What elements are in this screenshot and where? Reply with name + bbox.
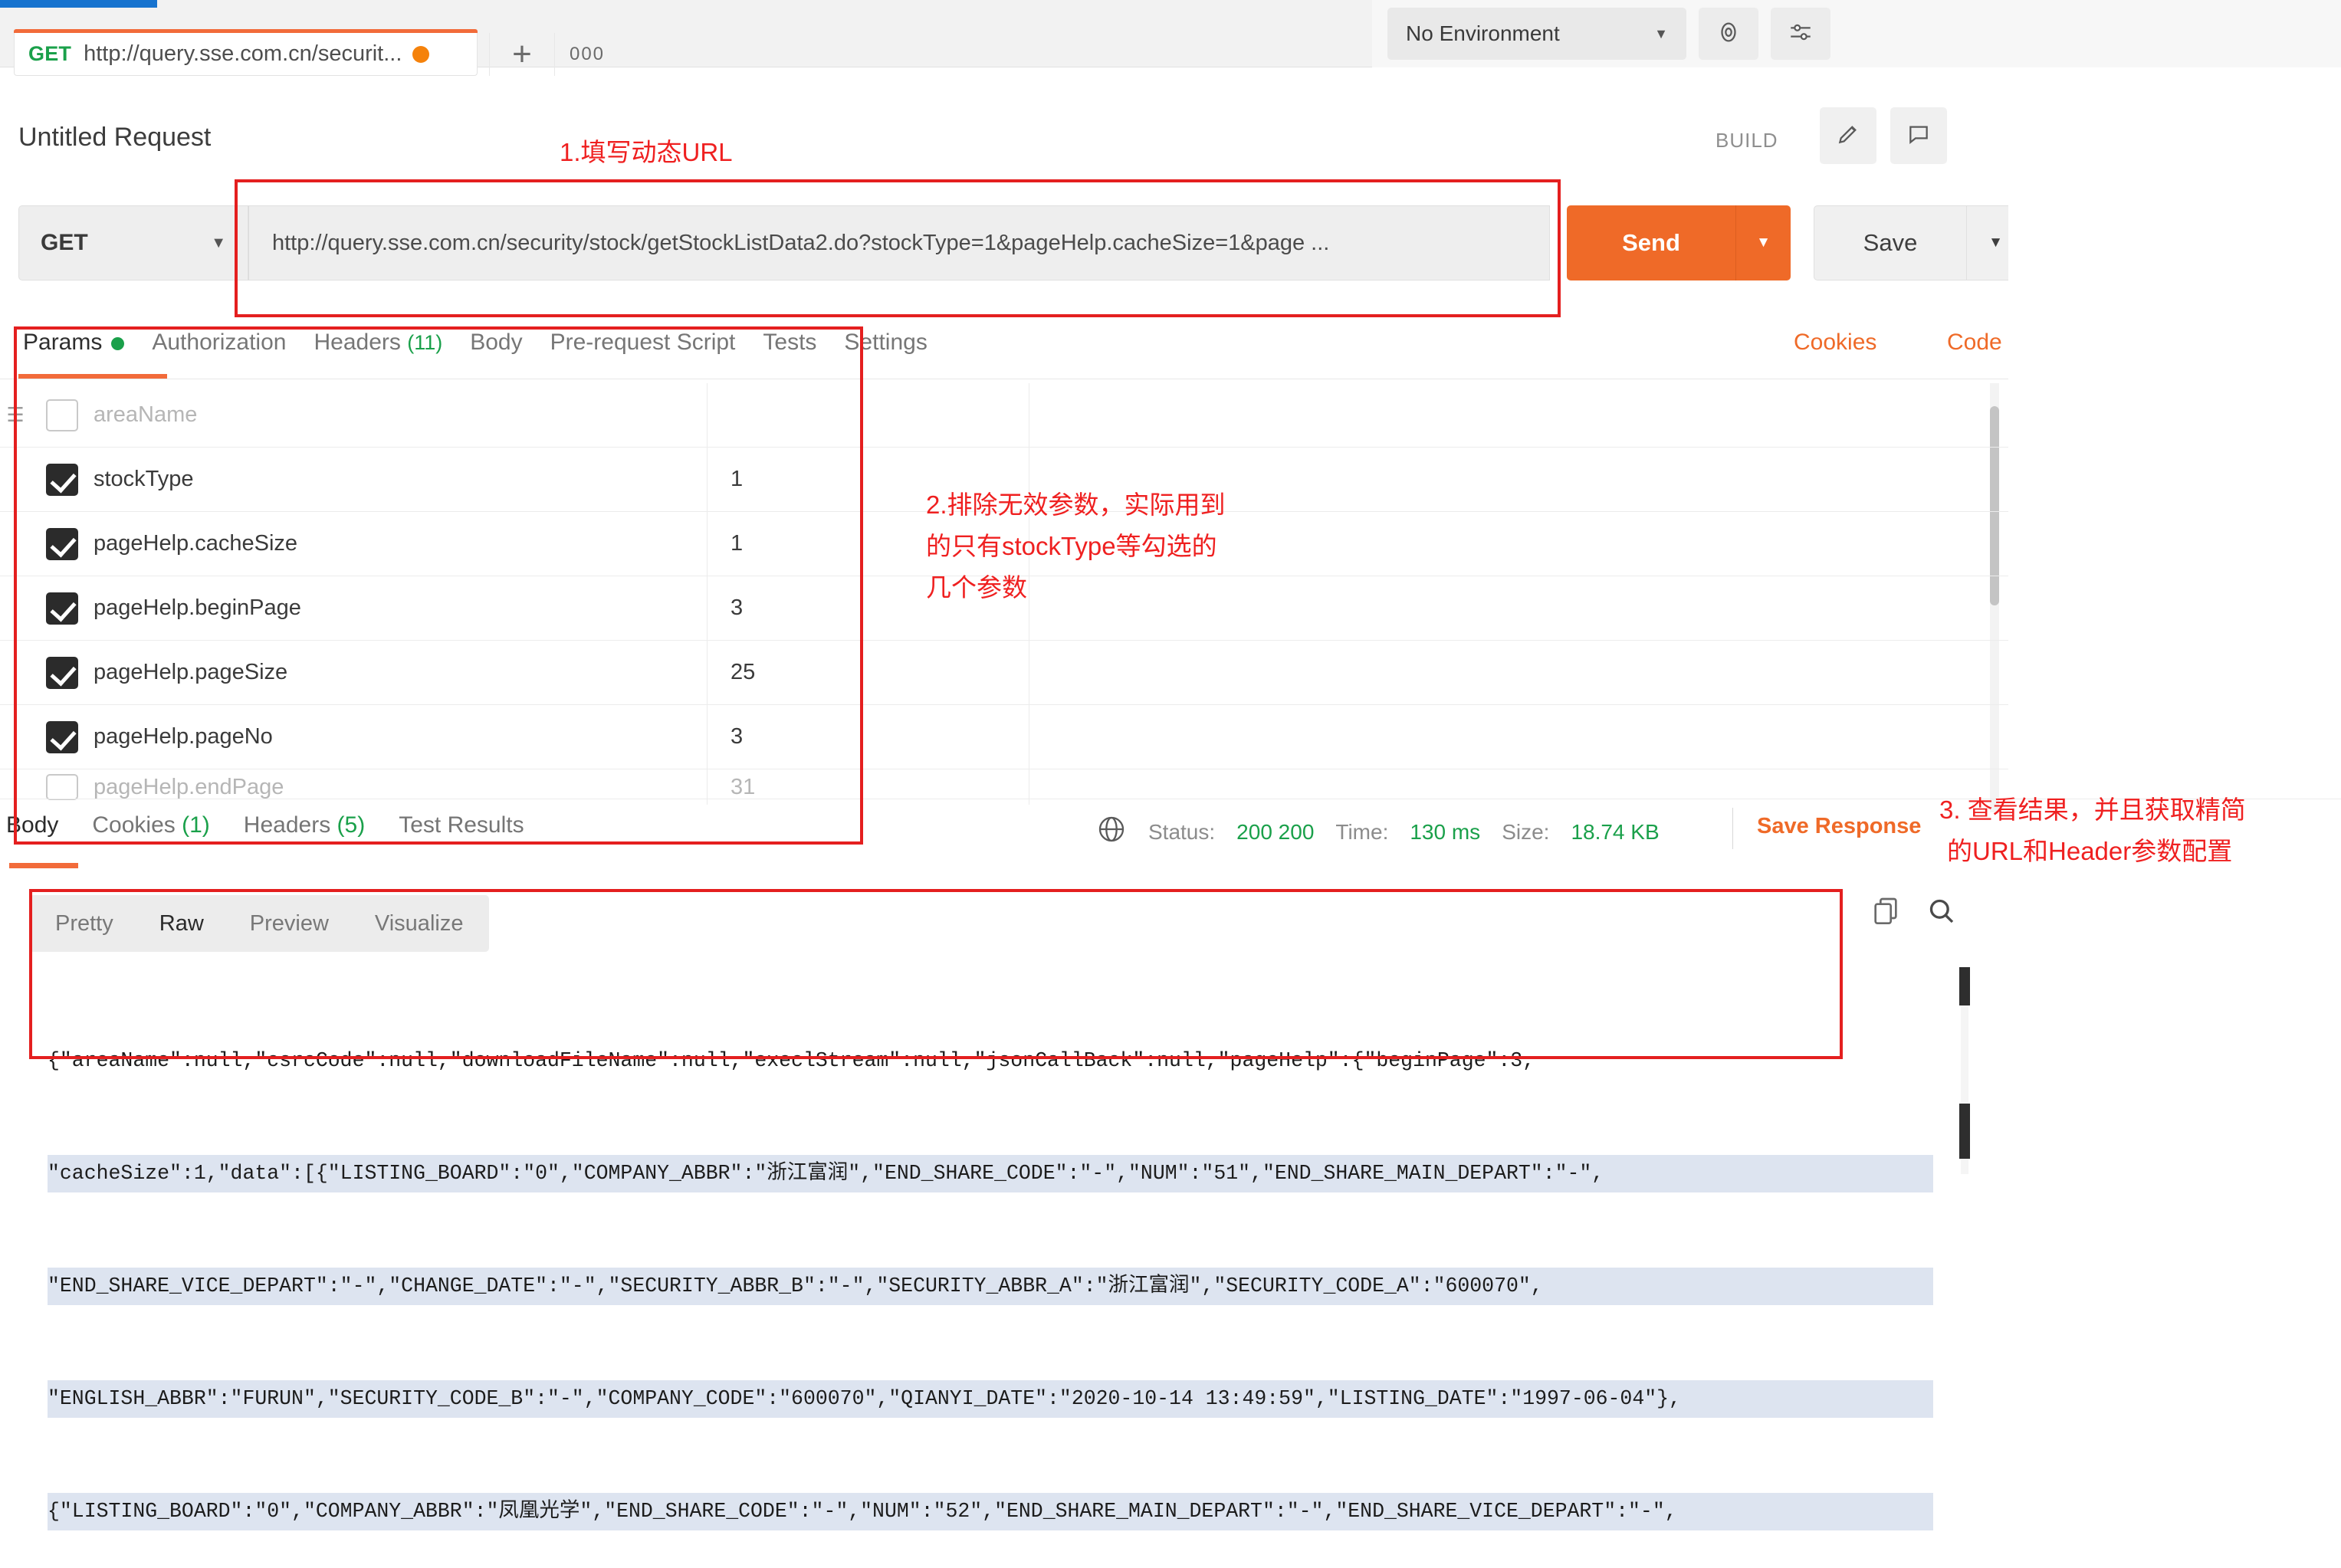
- response-active-tab-underline: [9, 863, 78, 868]
- search-icon[interactable]: [1926, 895, 1956, 930]
- request-tab[interactable]: GET http://query.sse.com.cn/securit...: [14, 33, 478, 76]
- send-button[interactable]: Send: [1567, 205, 1735, 280]
- size-value: 18.74 KB: [1571, 820, 1659, 845]
- chevron-down-icon: ▼: [211, 235, 226, 252]
- annotation-box-url: [235, 179, 1561, 317]
- build-label: BUILD: [1716, 129, 1778, 153]
- save-label: Save: [1863, 229, 1918, 257]
- json-line: "ENGLISH_ABBR":"FURUN","SECURITY_CODE_B"…: [48, 1380, 1933, 1418]
- new-tab-button[interactable]: +: [489, 33, 554, 76]
- response-scrollbar-thumb-top[interactable]: [1959, 967, 1970, 1005]
- plus-icon: +: [512, 38, 532, 71]
- environment-quick-look-button[interactable]: [1699, 8, 1758, 60]
- copy-icon[interactable]: [1870, 895, 1901, 930]
- annotation-box-response: [29, 889, 1843, 1059]
- right-empty-area: [2008, 67, 2341, 799]
- tab-more-button[interactable]: 000: [554, 33, 619, 76]
- response-scrollbar-thumb-bottom[interactable]: [1959, 1104, 1970, 1159]
- tab-method-label: GET: [28, 42, 71, 66]
- time-value: 130 ms: [1410, 820, 1480, 845]
- json-line: {"LISTING_BOARD":"0","COMPANY_ABBR":"凤凰光…: [48, 1493, 1933, 1530]
- annotation-1-text: 1.填写动态URL: [560, 132, 733, 173]
- comment-icon: [1906, 122, 1931, 150]
- http-method-label: GET: [41, 230, 88, 256]
- param-description[interactable]: [1029, 383, 2008, 448]
- json-line: "cacheSize":1,"data":[{"LISTING_BOARD":"…: [48, 1155, 1933, 1192]
- send-options-button[interactable]: ▼: [1735, 205, 1791, 280]
- time-label: Time:: [1335, 820, 1388, 845]
- environment-selector[interactable]: No Environment ▼: [1387, 8, 1686, 60]
- globe-icon: [1096, 814, 1127, 850]
- size-label: Size:: [1502, 820, 1549, 845]
- cookies-link[interactable]: Cookies: [1794, 330, 1876, 356]
- param-description[interactable]: [1029, 641, 2008, 705]
- annotation-3-text-line1: 3. 查看结果，并且获取精简: [1939, 789, 2246, 831]
- response-meta: Status: 200 200 Time: 130 ms Size: 18.74…: [1096, 814, 1660, 850]
- sliders-icon: [1788, 19, 1814, 49]
- environment-area: No Environment ▼: [1372, 0, 2341, 67]
- request-title: Untitled Request: [18, 123, 211, 153]
- annotation-2-text: 2.排除无效参数，实际用到 的只有stockType等勾选的 几个参数: [926, 484, 1355, 609]
- pencil-icon: [1836, 122, 1860, 150]
- tab-url-label: http://query.sse.com.cn/securit...: [84, 41, 402, 67]
- json-line: "END_SHARE_VICE_DEPART":"-","CHANGE_DATE…: [48, 1268, 1933, 1305]
- chevron-down-icon: ▼: [1756, 235, 1771, 251]
- chevron-down-icon: ▼: [1654, 26, 1668, 42]
- status-label: Status:: [1148, 820, 1215, 845]
- eye-icon: [1716, 19, 1742, 49]
- comment-request-button[interactable]: [1890, 107, 1947, 164]
- param-description[interactable]: [1029, 705, 2008, 769]
- save-response-button[interactable]: Save Response: [1757, 814, 1921, 839]
- chevron-down-icon: ▼: [1988, 235, 2003, 251]
- annotation-3-text-line2: 的URL和Header参数配置: [1947, 831, 2232, 872]
- unsaved-dot-icon: [412, 46, 429, 63]
- http-method-selector[interactable]: GET ▼: [18, 205, 248, 280]
- annotation-box-params: [14, 326, 863, 845]
- environment-selected-label: No Environment: [1406, 21, 1560, 46]
- status-value: 200 200: [1236, 820, 1314, 845]
- settings-sliders-button[interactable]: [1771, 8, 1830, 60]
- send-label: Send: [1622, 229, 1680, 257]
- save-button[interactable]: Save: [1814, 205, 1967, 280]
- ellipsis-icon: 000: [570, 44, 605, 65]
- code-link[interactable]: Code: [1947, 330, 2002, 356]
- blue-accent-bar: [0, 0, 157, 8]
- meta-divider: [1732, 808, 1733, 849]
- edit-request-button[interactable]: [1820, 107, 1876, 164]
